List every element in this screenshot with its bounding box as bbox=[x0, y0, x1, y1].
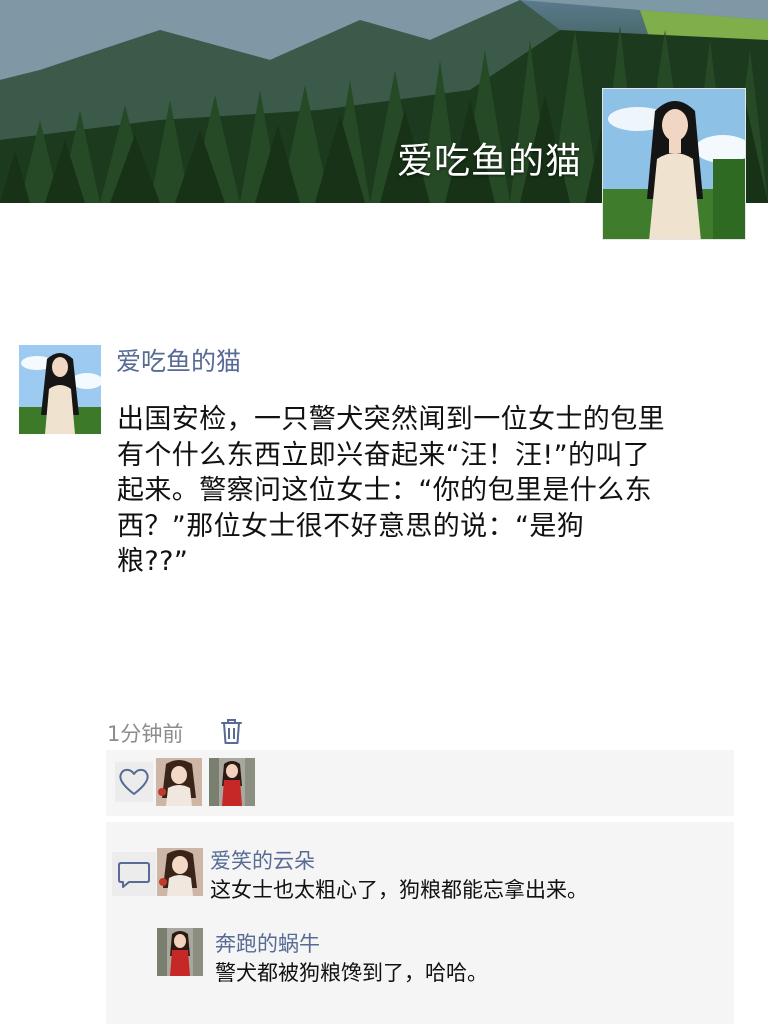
heart-icon-glyph bbox=[115, 762, 153, 802]
like-avatar-image bbox=[209, 758, 255, 806]
like-avatar-image bbox=[156, 758, 202, 806]
post-line: 出国安检，一只警犬突然闻到一位女士的包里 bbox=[117, 404, 665, 435]
like-avatar[interactable] bbox=[209, 758, 255, 806]
comment-bubble-icon[interactable] bbox=[112, 852, 156, 896]
post-author-avatar[interactable] bbox=[19, 345, 101, 434]
profile-avatar-image bbox=[603, 89, 745, 239]
post-line: 起来。警察问这位女士：“你的包里是什么东 bbox=[117, 475, 652, 506]
post-line: 西？”那位女士很不好意思的说：“是狗 bbox=[117, 510, 585, 542]
comment-avatar[interactable] bbox=[157, 928, 203, 976]
post-content: 出国安检，一只警犬突然闻到一位女士的包里 有个什么东西立即兴奋起来“汪！汪!”的… bbox=[117, 402, 732, 580]
post-timestamp: 1分钟前 bbox=[107, 722, 184, 746]
like-avatar[interactable] bbox=[156, 758, 202, 806]
comment-avatar-image bbox=[157, 928, 203, 976]
trash-icon[interactable] bbox=[219, 717, 244, 745]
post-line: 粮??” bbox=[117, 546, 189, 577]
profile-avatar[interactable] bbox=[602, 88, 746, 240]
post-author-name[interactable]: 爱吃鱼的猫 bbox=[116, 342, 241, 378]
trash-icon-glyph bbox=[221, 719, 242, 744]
author-avatar-image bbox=[19, 345, 101, 434]
post-line: 有个什么东西立即兴奋起来“汪！汪!”的叫了 bbox=[117, 439, 651, 471]
comment-avatar[interactable] bbox=[157, 848, 203, 896]
cover-username: 爱吃鱼的猫 bbox=[396, 141, 582, 182]
comment-icon-glyph bbox=[112, 852, 156, 896]
comment-text: 这女士也太粗心了，狗粮都能忘拿出来。 bbox=[210, 878, 588, 902]
comment-text: 警犬都被狗粮馋到了，哈哈。 bbox=[215, 961, 488, 985]
comment-author[interactable]: 奔跑的蜗牛 bbox=[215, 928, 320, 958]
comment-author[interactable]: 爱笑的云朵 bbox=[210, 845, 315, 875]
comment-avatar-image bbox=[157, 848, 203, 896]
heart-outline-icon[interactable] bbox=[115, 762, 153, 802]
